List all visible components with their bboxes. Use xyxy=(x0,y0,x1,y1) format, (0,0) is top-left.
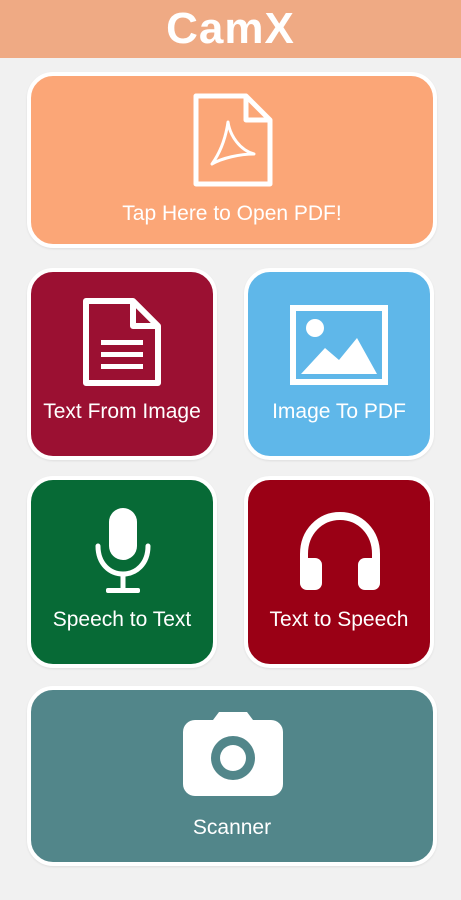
speech-to-text-button[interactable]: Speech to Text xyxy=(27,476,217,668)
scanner-label: Scanner xyxy=(192,816,272,839)
camera-icon xyxy=(183,712,283,796)
text-from-image-label: Text From Image xyxy=(43,400,201,423)
microphone-icon xyxy=(95,508,151,593)
text-from-image-button[interactable]: Text From Image xyxy=(27,268,217,460)
image-icon xyxy=(290,305,388,385)
image-to-pdf-button[interactable]: Image To PDF xyxy=(244,268,434,460)
open-pdf-button[interactable]: Tap Here to Open PDF! xyxy=(27,72,437,248)
app-screen: CamX Tap Here to Open PDF! Text From Ima… xyxy=(0,0,461,900)
document-text-icon xyxy=(83,298,161,386)
image-to-pdf-label: Image To PDF xyxy=(272,400,406,423)
speech-to-text-label: Speech to Text xyxy=(52,608,192,631)
headphones-icon xyxy=(300,511,380,590)
open-pdf-label: Tap Here to Open PDF! xyxy=(122,202,342,225)
text-to-speech-button[interactable]: Text to Speech xyxy=(244,476,434,668)
text-to-speech-label: Text to Speech xyxy=(269,608,409,631)
scanner-button[interactable]: Scanner xyxy=(27,686,437,866)
pdf-file-icon xyxy=(193,93,273,187)
app-title: CamX xyxy=(166,4,295,53)
app-header: CamX xyxy=(0,0,461,58)
